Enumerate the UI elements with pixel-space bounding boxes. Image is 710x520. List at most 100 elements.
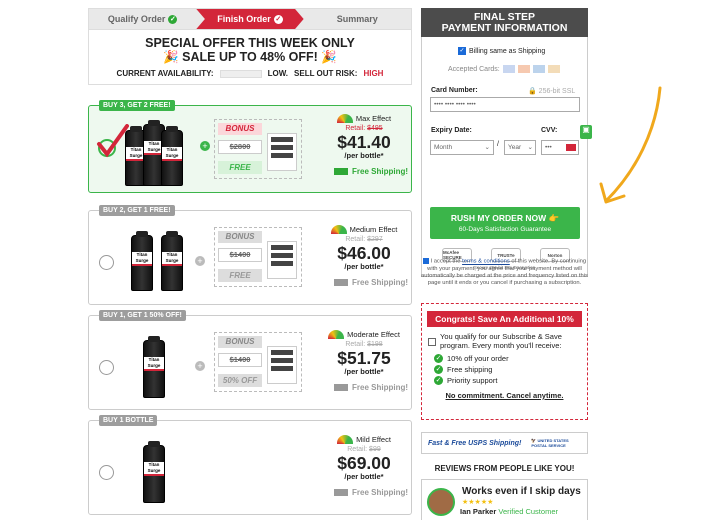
- package-tag: BUY 1, GET 1 50% OFF!: [99, 310, 186, 321]
- billing-checkbox[interactable]: ✓: [458, 47, 466, 55]
- package-buy-1-get-1-half[interactable]: BUY 1, GET 1 50% OFF! Titan Surge + BONU…: [88, 310, 412, 410]
- price-per: /per bottle*: [344, 367, 384, 376]
- bonus-value: $1400: [218, 353, 262, 367]
- discover-card-icon: [547, 65, 560, 73]
- bonus-book-image: [267, 241, 297, 279]
- benefit-item: ✓ Free shipping: [434, 365, 493, 374]
- package-buy-1-bottle[interactable]: BUY 1 BOTTLE Titan Surge Mild Effect Ret…: [88, 415, 412, 515]
- party-icon: 🎉: [163, 50, 179, 64]
- bonus-value: $2800: [218, 140, 262, 154]
- bonus-free: FREE: [218, 161, 262, 174]
- retail-price: Retail: $495: [345, 125, 383, 132]
- bonus-box: BONUS $2800 FREE: [214, 119, 302, 179]
- subscribe-row[interactable]: You qualify for our Subscribe & Save pro…: [428, 332, 581, 350]
- truck-icon: [334, 279, 348, 286]
- benefit-list: ✓ 10% off your order ✓ Free shipping ✓ Prio…: [434, 353, 587, 386]
- package-buy-2-get-1[interactable]: BUY 2, GET 1 FREE! Titan Surge Titan Sur…: [88, 205, 412, 305]
- terms-checkbox[interactable]: [422, 258, 429, 264]
- package-tag: BUY 2, GET 1 FREE!: [99, 205, 175, 216]
- sellout-label: SELL OUT RISK:: [294, 69, 358, 78]
- package-radio[interactable]: [99, 360, 114, 375]
- step-label: Finish Order: [217, 14, 271, 24]
- retail-price: Retail: $99: [347, 446, 381, 453]
- price-amount: $46.00: [337, 243, 391, 263]
- usps-text: Fast & Free USPS Shipping!: [428, 439, 522, 447]
- effect-label: Moderate Effect: [347, 330, 400, 339]
- visa-card-icon: [502, 65, 515, 73]
- benefit-item: ✓ Priority support: [434, 376, 498, 385]
- payment-column: FINAL STEP PAYMENT INFORMATION ✓ Billing…: [421, 8, 592, 277]
- plus-icon: +: [195, 361, 205, 371]
- bottle-image: Titan Surge: [161, 231, 183, 291]
- amex-card-icon: [532, 65, 545, 73]
- package-buy-3-get-2[interactable]: BUY 3, GET 2 FREE! Titan Surge Titan Sur…: [88, 100, 412, 193]
- shipping-label: Free Shipping!: [352, 488, 408, 497]
- year-select[interactable]: Year ⌄: [504, 140, 536, 155]
- review-stars-icon: ★★★★★: [462, 499, 494, 506]
- step-label: Qualify Order: [107, 14, 166, 24]
- bonus-box: BONUS $1400 50% OFF: [214, 332, 302, 392]
- bonus-value: $1400: [218, 248, 262, 262]
- sale-text: SALE UP TO 48% OFF!: [182, 50, 318, 64]
- shipping-label: Free Shipping!: [352, 383, 408, 392]
- product-bottles: Titan Surge Titan Surge: [131, 231, 183, 291]
- progress-steps: Qualify Order ✓ Finish Order ✓ Summary: [88, 8, 412, 30]
- card-number-input[interactable]: •••• •••• •••• ••••: [430, 97, 580, 112]
- gauge-icon: [337, 435, 354, 444]
- availability-bar: [219, 69, 262, 78]
- step-summary: Summary: [304, 9, 411, 29]
- accepted-cards: Accepted Cards:: [448, 65, 560, 73]
- package-tag: BUY 1 BOTTLE: [99, 415, 158, 426]
- review-card: Works even if I skip days ★★★★★ Ian Park…: [421, 479, 588, 520]
- gauge-icon: [336, 114, 353, 123]
- price-amount: $41.40: [337, 132, 391, 152]
- billing-row: ✓ Billing same as Shipping: [458, 47, 545, 55]
- check-icon: ✓: [434, 354, 443, 363]
- step-finish-order: Finish Order ✓: [196, 9, 304, 29]
- truck-icon: [334, 489, 348, 496]
- check-icon: ✓: [273, 14, 283, 24]
- retail-price: Retail: $198: [345, 341, 383, 348]
- shipping-label: Free Shipping!: [352, 278, 408, 287]
- shipping-label: Free Shipping!: [352, 167, 408, 176]
- payment-title: PAYMENT INFORMATION: [441, 22, 568, 34]
- check-icon: ✓: [168, 14, 178, 24]
- bonus-book-image: [267, 346, 297, 384]
- pointing-hand-icon: 👉: [548, 213, 560, 223]
- accepted-cards-label: Accepted Cards:: [448, 65, 500, 73]
- cvv-label: CVV:: [541, 127, 558, 134]
- card-scan-icon: ▣: [580, 125, 592, 139]
- product-bottles: Titan Surge: [143, 441, 165, 503]
- subscribe-text: You qualify for our Subscribe & Save pro…: [440, 332, 562, 350]
- month-select[interactable]: Month ⌄: [430, 140, 494, 155]
- terms-link[interactable]: terms & conditions: [462, 259, 510, 265]
- no-commitment-text: No commitment. Cancel anytime.: [445, 391, 564, 400]
- plus-icon: +: [200, 141, 210, 151]
- availability-label: CURRENT AVAILABILITY:: [116, 69, 214, 78]
- shipping-row: Free Shipping!: [317, 488, 411, 497]
- cvv-input[interactable]: •••: [541, 140, 579, 155]
- package-radio[interactable]: [99, 255, 114, 270]
- step-qualify-order: Qualify Order ✓: [89, 9, 196, 29]
- rush-order-button[interactable]: RUSH MY ORDER NOW 👉 60-Days Satisfaction…: [430, 207, 580, 239]
- effect-row: Mild Effect: [317, 435, 411, 444]
- price-block: Moderate Effect Retail: $198 $51.75 /per…: [317, 330, 411, 392]
- package-radio[interactable]: [99, 465, 114, 480]
- party-icon: 🎉: [321, 50, 337, 64]
- bottle-image: Titan Surge: [161, 126, 183, 186]
- effect-row: Moderate Effect: [317, 330, 411, 339]
- gauge-icon: [330, 225, 347, 234]
- avatar: [427, 488, 455, 516]
- payment-form: ✓ Billing same as Shipping Accepted Card…: [421, 37, 592, 277]
- mastercard-icon: [517, 65, 530, 73]
- payment-header: FINAL STEP PAYMENT INFORMATION: [421, 8, 588, 37]
- offer-headline: SPECIAL OFFER THIS WEEK ONLY: [145, 36, 355, 50]
- truck-icon: [334, 384, 348, 391]
- price-per: /per bottle*: [344, 151, 384, 160]
- gauge-icon: [328, 330, 345, 339]
- subscribe-checkbox[interactable]: [428, 338, 436, 346]
- bottle-image: Titan Surge: [131, 231, 153, 291]
- bottle-image: Titan Surge: [143, 336, 165, 398]
- expiry-label: Expiry Date:: [431, 127, 472, 134]
- guarantee-text: 60-Days Satisfaction Guarantee: [458, 226, 552, 233]
